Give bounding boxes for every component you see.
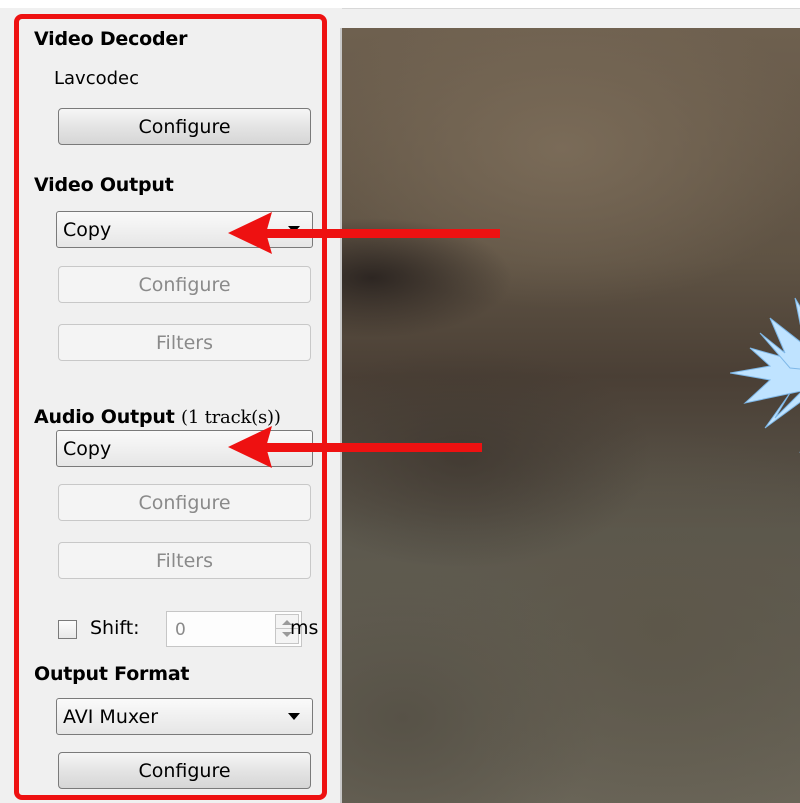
video-output-filters-button[interactable]: Filters [58,324,311,361]
output-format-selected: AVI Muxer [63,705,159,728]
shift-label: Shift: [90,617,140,639]
audio-track-count: (1 track(s)) [181,407,281,428]
shift-spinbox[interactable]: 0 [166,611,302,647]
audio-output-heading-label: Audio Output [34,406,175,428]
video-output-configure-button[interactable]: Configure [58,266,311,303]
shift-unit-label: ms [290,617,319,639]
video-decoder-heading: Video Decoder [34,28,188,50]
audio-output-selected: Copy [63,437,112,460]
video-output-heading: Video Output [34,174,174,196]
chevron-down-icon [288,226,300,233]
audio-output-heading: Audio Output (1 track(s)) [34,406,281,428]
settings-panel: Video Decoder Lavcodec Configure Video O… [0,8,342,803]
audio-output-filters-button[interactable]: Filters [58,542,311,579]
flower-image [730,297,800,453]
audio-output-configure-button[interactable]: Configure [58,484,311,521]
shift-value: 0 [175,620,186,640]
audio-output-select[interactable]: Copy [56,430,313,467]
video-preview [342,28,800,803]
video-output-selected: Copy [63,218,112,241]
chevron-down-icon [288,713,300,720]
video-decoder-configure-button[interactable]: Configure [58,108,311,145]
video-decoder-codec: Lavcodec [54,68,140,89]
shift-checkbox[interactable] [58,620,77,639]
output-format-configure-button[interactable]: Configure [58,752,311,789]
video-output-select[interactable]: Copy [56,211,313,248]
audio-shift-row: Shift: 0 ms [56,611,319,647]
output-format-select[interactable]: AVI Muxer [56,698,313,735]
output-format-heading: Output Format [34,663,190,685]
